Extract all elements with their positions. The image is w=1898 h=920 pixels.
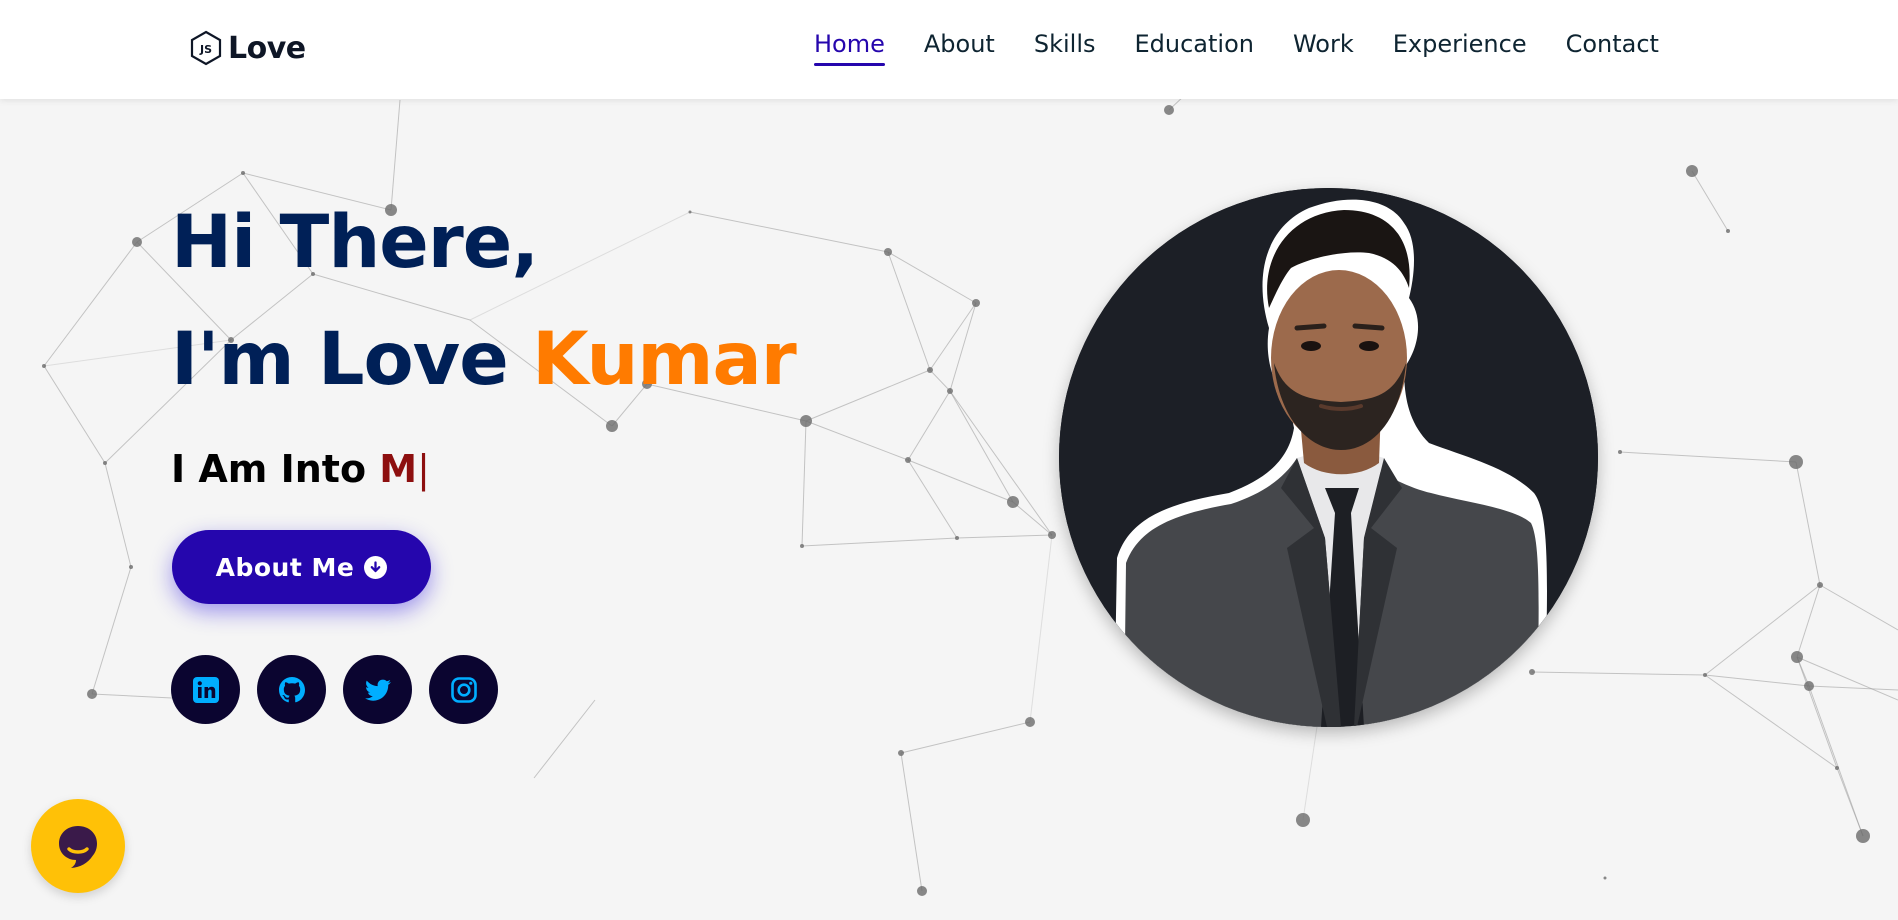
hero-name: I'm Love Kumar	[171, 323, 797, 396]
logo-text: Love	[228, 30, 306, 66]
typed-word: M	[379, 447, 418, 491]
github-icon	[278, 676, 305, 702]
typed-text: I Am Into M|	[171, 447, 430, 491]
instagram-icon	[450, 676, 477, 703]
profile-photo	[1059, 188, 1598, 727]
hero-name-accent: Kumar	[532, 317, 797, 402]
chat-bubble-icon	[59, 826, 97, 868]
instagram-link[interactable]	[429, 655, 498, 724]
github-link[interactable]	[257, 655, 326, 724]
arrow-down-circle-icon	[364, 555, 388, 579]
typed-cursor: |	[417, 447, 430, 491]
nodejs-hexagon-icon: JS	[190, 30, 222, 66]
nav-home[interactable]: Home	[814, 30, 885, 66]
nav-skills[interactable]: Skills	[1034, 30, 1096, 66]
nav-education[interactable]: Education	[1134, 30, 1253, 66]
linkedin-link[interactable]	[171, 655, 240, 724]
site-header: JS Love Home About Skills Education Work…	[0, 0, 1898, 99]
hero-intro: I'm Love	[171, 317, 533, 402]
chat-widget-button[interactable]	[31, 799, 125, 893]
svg-text:JS: JS	[199, 43, 212, 56]
social-links	[171, 655, 498, 724]
hero-greeting: Hi There,	[171, 200, 539, 285]
nav-about[interactable]: About	[924, 30, 995, 66]
twitter-icon	[364, 679, 391, 701]
profile-photo-illustration	[1059, 188, 1598, 727]
logo-link[interactable]: JS Love	[190, 28, 306, 68]
page: JS Love Home About Skills Education Work…	[0, 0, 1898, 920]
nav-contact[interactable]: Contact	[1566, 30, 1659, 66]
about-me-button-label: About Me	[215, 552, 355, 582]
typed-prefix: I Am Into	[171, 447, 380, 491]
main-nav: Home About Skills Education Work Experie…	[814, 30, 1659, 66]
nav-work[interactable]: Work	[1293, 30, 1354, 66]
nav-experience[interactable]: Experience	[1393, 30, 1527, 66]
linkedin-icon	[192, 676, 219, 703]
about-me-button[interactable]: About Me	[172, 530, 431, 604]
twitter-link[interactable]	[343, 655, 412, 724]
